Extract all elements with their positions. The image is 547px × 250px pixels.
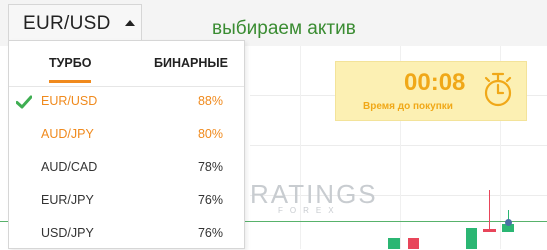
watermark-sub: FOREX: [278, 206, 341, 215]
asset-row[interactable]: AUD/CAD 78%: [9, 151, 244, 184]
asset-payout: 76%: [197, 226, 223, 240]
asset-name: EUR/USD: [41, 94, 98, 108]
asset-name: AUD/CAD: [41, 160, 98, 174]
candle-wick: [489, 190, 490, 232]
asset-row[interactable]: USD/JPY 76%: [9, 217, 244, 250]
current-price-marker: [505, 219, 512, 226]
asset-payout: 88%: [197, 94, 223, 108]
asset-payout: 76%: [197, 193, 223, 207]
asset-row[interactable]: EUR/USD 88%: [9, 85, 244, 118]
grid-line: [250, 145, 547, 146]
candle-down: [408, 238, 419, 249]
timer-value: 00:08: [404, 69, 466, 96]
grid-line: [300, 46, 301, 249]
asset-payout: 78%: [197, 160, 223, 174]
candle-up: [466, 228, 477, 249]
asset-name: USD/JPY: [41, 226, 94, 240]
selected-asset: EUR/USD: [23, 13, 111, 34]
asset-name: AUD/JPY: [41, 127, 94, 141]
active-tab-indicator: [49, 80, 91, 83]
caret-up-icon: [125, 20, 135, 26]
check-icon: [16, 95, 32, 109]
timer-caption: Время до покупки: [363, 101, 453, 112]
asset-name: EUR/JPY: [41, 193, 94, 207]
asset-selector[interactable]: EUR/USD: [8, 4, 142, 41]
candle-up: [388, 238, 400, 249]
asset-row[interactable]: AUD/JPY 80%: [9, 118, 244, 151]
candle-down: [483, 229, 496, 232]
tab-binary[interactable]: БИНАРНЫЕ: [154, 56, 228, 70]
asset-row[interactable]: EUR/JPY 76%: [9, 184, 244, 217]
stopwatch-icon: [484, 72, 512, 107]
asset-dropdown: ТУРБО БИНАРНЫЕ EUR/USD 88% AUD/JPY 80% A…: [8, 40, 245, 249]
asset-payout: 80%: [197, 127, 223, 141]
tab-turbo[interactable]: ТУРБО: [49, 56, 91, 70]
purchase-timer: 00:08 Время до покупки: [335, 61, 527, 121]
hint-text: выбираем актив: [212, 18, 356, 39]
